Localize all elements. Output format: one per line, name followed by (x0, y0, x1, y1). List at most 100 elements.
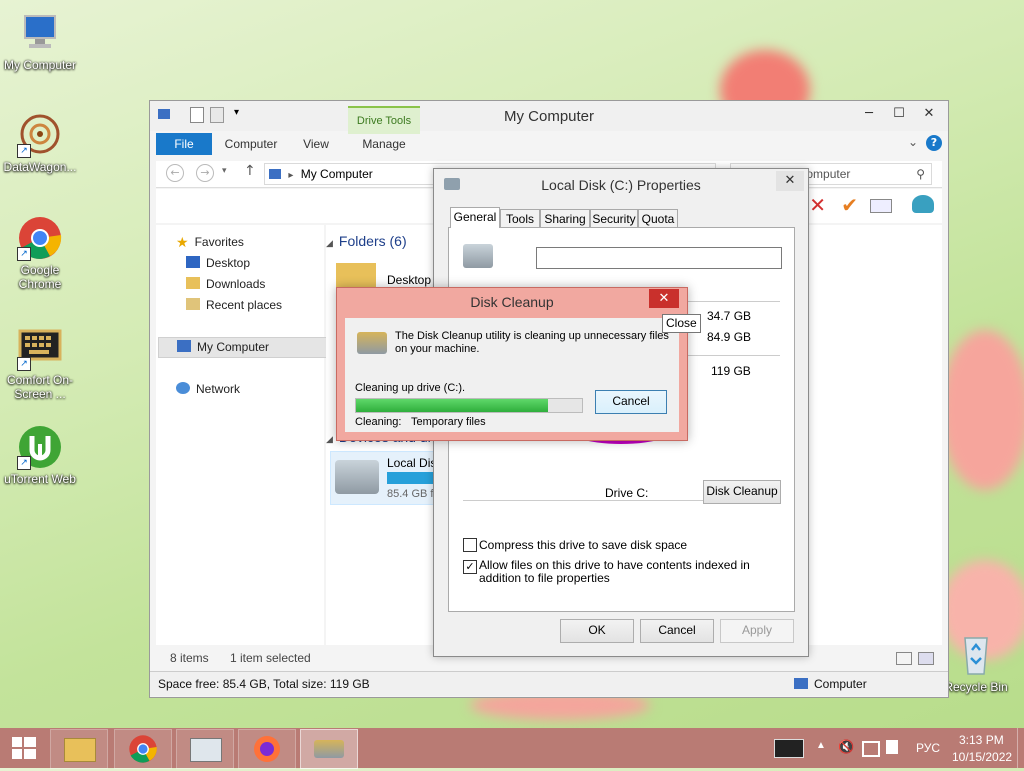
drive-c-item[interactable]: Local Disk (C:) 85.4 GB free of 119 GB (330, 451, 507, 505)
index-checkbox[interactable]: ✓ (463, 560, 477, 574)
desktop-icon-label: Google Chrome (18, 263, 62, 291)
desktop-icon-chrome[interactable]: ↗ Google Chrome (0, 215, 80, 291)
taskbar-disk-cleanup[interactable] (300, 729, 358, 769)
shortcut-arrow-icon: ↗ (17, 357, 31, 371)
delete-icon[interactable]: ✕ (809, 193, 826, 217)
free-space-value: 84.9 GB (707, 330, 752, 344)
wallpaper-petal (940, 330, 1024, 490)
apply-button[interactable]: Apply (720, 619, 794, 643)
used-space-value: 34.7 GB (707, 309, 752, 323)
breadcrumb: My Computer (300, 167, 373, 181)
explorer-titlebar[interactable]: ▾ Drive Tools My Computer ─ ☐ ✕ (150, 101, 948, 134)
tab-security[interactable]: Security (590, 209, 638, 228)
computer-icon (794, 678, 808, 689)
back-arrow-icon[interactable]: ← (166, 164, 184, 182)
taskbar-file-explorer[interactable] (50, 729, 108, 769)
minimize-button[interactable]: ─ (854, 103, 884, 125)
network-drive-icon[interactable] (912, 195, 934, 213)
disk-cleanup-icon (357, 332, 387, 354)
close-tooltip: Close (662, 314, 701, 333)
windows-logo-icon (12, 737, 36, 759)
compress-checkbox[interactable] (463, 538, 477, 552)
network-tray-icon[interactable] (862, 741, 880, 757)
divider (674, 355, 780, 356)
taskbar-firefox[interactable] (238, 729, 296, 769)
nav-my-computer[interactable]: My Computer (158, 337, 330, 358)
recent-places-icon (186, 298, 200, 310)
nav-favorites-label: Favorites (194, 235, 244, 249)
capacity-value: 119 GB (711, 364, 751, 378)
clock-time[interactable]: 3:13 PM (959, 733, 1004, 747)
desktop-icon-label: DataWagon... (3, 160, 77, 174)
cancel-button[interactable]: Cancel (640, 619, 714, 643)
desktop-icon-onscreen-keyboard[interactable]: ↗ Comfort On-Screen ... (0, 325, 80, 401)
tab-quota[interactable]: Quota (638, 209, 678, 228)
tab-sharing[interactable]: Sharing (540, 209, 590, 228)
volume-muted-icon[interactable]: 🔇 (838, 739, 854, 755)
rename-icon[interactable] (870, 199, 892, 213)
taskbar-resource-monitor[interactable] (176, 729, 234, 769)
details-view-icon[interactable] (896, 652, 912, 665)
shortcut-arrow-icon: ↗ (17, 144, 31, 158)
checkmark-icon[interactable]: ✔ (841, 193, 858, 217)
datawagon-icon: ↗ (17, 112, 63, 158)
ok-button[interactable]: OK (560, 619, 634, 643)
maximize-button[interactable]: ☐ (884, 103, 914, 125)
nav-network[interactable]: Network (176, 380, 240, 398)
drive-label: Drive C: (605, 486, 649, 500)
star-icon: ★ (176, 234, 189, 250)
taskbar-chrome[interactable] (114, 729, 172, 769)
keyboard-tray-icon[interactable] (774, 739, 804, 758)
drive-name-input[interactable] (536, 247, 782, 269)
desktop-icon-utorrent[interactable]: ↗ uTorrent Web (0, 424, 80, 486)
cleaning-label: Cleaning: (355, 416, 402, 428)
computer-icon (269, 169, 281, 179)
tiles-view-icon[interactable] (918, 652, 934, 665)
close-button[interactable]: ✕ (914, 103, 944, 125)
cleanup-title: Disk Cleanup (470, 294, 554, 310)
item-count: 8 items (170, 651, 209, 665)
cleanup-close-button[interactable]: ✕ (649, 289, 679, 308)
collapse-icon: ◢ (326, 434, 333, 444)
drive-icon (463, 244, 493, 268)
recycle-bin-icon (953, 632, 999, 678)
tab-file[interactable]: File (156, 133, 212, 155)
tab-manage[interactable]: Manage (354, 133, 414, 155)
properties-close-button[interactable]: ✕ (776, 171, 804, 191)
folder-desktop-label: Desktop (387, 273, 432, 287)
folders-group-header[interactable]: ◢ Folders (6) (326, 233, 407, 249)
breadcrumb-chevron-icon: ▸ (288, 170, 294, 181)
language-indicator[interactable]: РУС (916, 741, 940, 755)
ribbon-tabs: File Computer View Manage ⌄ ? (156, 133, 942, 155)
downloads-folder-icon (186, 277, 200, 289)
ribbon-expand-icon[interactable]: ⌄ (908, 135, 918, 149)
tab-computer[interactable]: Computer (220, 133, 282, 155)
computer-icon (177, 340, 191, 352)
windows-drive-icon (335, 460, 379, 494)
desktop-icon-datawagon[interactable]: ↗ DataWagon... (0, 112, 80, 174)
clock-date[interactable]: 10/15/2022 (952, 750, 1012, 764)
nav-recent-label: Recent places (206, 298, 283, 312)
up-arrow-icon[interactable]: ↑ (244, 163, 256, 179)
help-icon[interactable]: ? (926, 135, 942, 151)
tab-general[interactable]: General (450, 207, 500, 228)
nav-my-computer-label: My Computer (197, 340, 270, 354)
nav-downloads[interactable]: Downloads (186, 275, 265, 293)
nav-favorites[interactable]: ★ Favorites (176, 233, 244, 251)
disk-cleanup-button[interactable]: Disk Cleanup (703, 480, 781, 504)
cleanup-cancel-button[interactable]: Cancel (595, 390, 667, 414)
start-button[interactable] (0, 728, 48, 768)
nav-desktop[interactable]: Desktop (186, 254, 250, 272)
tab-tools[interactable]: Tools (500, 209, 540, 228)
tab-view[interactable]: View (296, 133, 336, 155)
show-hidden-icons[interactable]: ▲ (816, 740, 826, 751)
desktop-icon-my-computer[interactable]: My Computer (0, 10, 80, 72)
collapse-icon: ◢ (326, 238, 333, 248)
nav-network-label: Network (196, 382, 241, 396)
search-icon: ⚲ (916, 167, 925, 181)
show-desktop-button[interactable] (1017, 728, 1024, 768)
nav-recent[interactable]: Recent places (186, 296, 282, 314)
recent-locations-icon[interactable]: ▾ (222, 166, 227, 176)
action-center-icon[interactable] (886, 740, 898, 754)
forward-arrow-icon[interactable]: → (196, 164, 214, 182)
